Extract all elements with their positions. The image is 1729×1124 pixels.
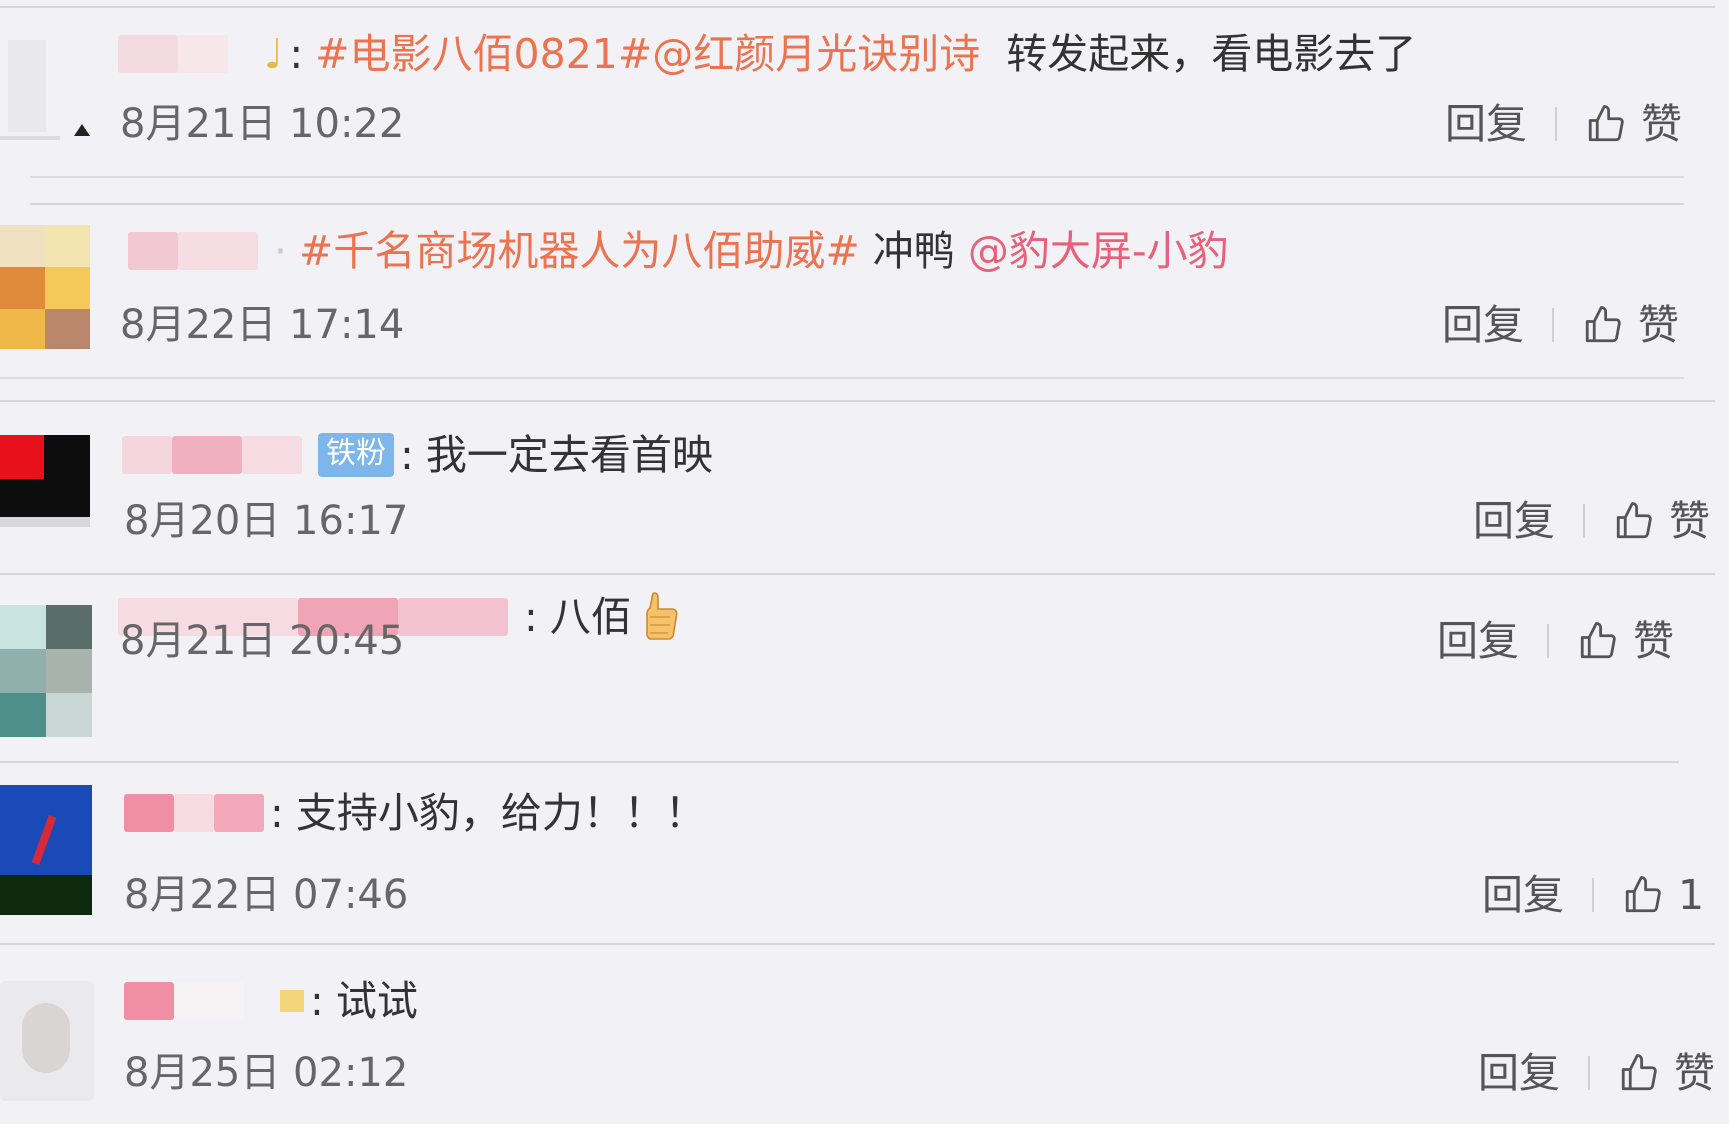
thumbs-up-icon [1580, 622, 1616, 659]
comment-text: · #千名商场机器人为八佰助威# 冲鸭 @豹大屏-小豹 [118, 225, 1229, 277]
like-count: 1 [1678, 871, 1705, 919]
timestamp: 8月22日 07:46 [124, 872, 409, 918]
username-blurred[interactable] [124, 790, 264, 836]
comment-text: : 支持小豹，给力！！！ [124, 787, 706, 839]
comment-actions: 回复 赞 [1442, 301, 1679, 349]
comment-body: 冲鸭 [859, 227, 968, 275]
like-button[interactable]: 赞 [1585, 100, 1682, 148]
thumbs-up-icon [1625, 876, 1661, 913]
colon: : [289, 30, 304, 78]
comment-text: 铁粉 : 我一定去看首映 [122, 429, 713, 481]
comment-item: 铁粉 : 我一定去看首映 8月20日 16:17 回复 赞 [0, 405, 1729, 575]
like-button[interactable]: 赞 [1577, 617, 1674, 665]
colon: : [400, 431, 414, 479]
timestamp: 8月21日 10:22 [120, 101, 405, 147]
divider [1555, 107, 1557, 141]
like-label: 赞 [1641, 100, 1682, 148]
music-note-icon: ♩ [264, 30, 284, 78]
topic-link[interactable]: #千名商场机器人为八佰助威# [299, 225, 860, 277]
reply-button[interactable]: 回复 [1445, 100, 1527, 148]
avatar[interactable] [0, 605, 92, 737]
mention-link[interactable]: @豹大屏-小豹 [968, 225, 1229, 277]
reply-button[interactable]: 回复 [1442, 301, 1524, 349]
thumbs-up-icon [1588, 105, 1624, 142]
like-button[interactable]: 1 [1622, 871, 1704, 919]
like-button[interactable]: 赞 [1613, 497, 1710, 545]
divider [1547, 624, 1549, 658]
comment-list: ♩ : #电影八佰0821#@红颜月光诀别诗 转发起来，看电影去了 8月21日 … [0, 0, 1729, 1124]
comment-actions: 回复 赞 [1437, 617, 1674, 665]
like-button[interactable]: 赞 [1582, 301, 1679, 349]
comment-actions: 回复 1 [1482, 871, 1704, 919]
comment-body: 试试 [335, 977, 418, 1025]
timestamp: 8月20日 16:17 [124, 498, 409, 544]
comment-actions: 回复 赞 [1478, 1049, 1715, 1097]
comment-actions: 回复 赞 [1445, 100, 1682, 148]
avatar[interactable] [0, 785, 92, 915]
like-label: 赞 [1669, 497, 1710, 545]
divider [0, 761, 1679, 763]
comment-item: : 试试 8月25日 02:12 回复 赞 [0, 945, 1729, 1124]
comment-body: 支持小豹，给力！！！ [295, 789, 706, 837]
like-label: 赞 [1638, 301, 1679, 349]
comment-body: 八佰 [549, 593, 632, 641]
folder-icon [280, 990, 304, 1012]
reply-button[interactable]: 回复 [1478, 1049, 1560, 1097]
timestamp: 8月21日 20:45 [120, 618, 405, 664]
comment-text: : 试试 [124, 975, 418, 1027]
avatar[interactable] [0, 40, 92, 140]
divider [0, 377, 1684, 379]
avatar[interactable] [0, 435, 90, 527]
thumbs-up-emoji [646, 592, 678, 640]
colon: · [274, 227, 288, 275]
colon: : [270, 789, 284, 837]
colon: : [310, 977, 324, 1025]
divider [1592, 878, 1594, 912]
topic-link[interactable]: #电影八佰0821#@红颜月光诀别诗 [315, 28, 980, 80]
avatar[interactable] [0, 225, 90, 349]
avatar[interactable] [0, 981, 94, 1101]
reply-button[interactable]: 回复 [1482, 871, 1564, 919]
divider [1588, 1056, 1590, 1090]
fan-badge: 铁粉 [318, 433, 394, 477]
divider [30, 176, 1684, 178]
comment-item: : 支持小豹，给力！！！ 8月22日 07:46 回复 1 [0, 765, 1729, 945]
username-blurred[interactable] [124, 978, 274, 1024]
comment-body: 转发起来，看电影去了 [980, 30, 1417, 78]
comment-text: ♩ : #电影八佰0821#@红颜月光诀别诗 转发起来，看电影去了 [118, 28, 1416, 80]
divider [1583, 504, 1585, 538]
comment-actions: 回复 赞 [1473, 497, 1710, 545]
reply-button[interactable]: 回复 [1437, 617, 1519, 665]
like-label: 赞 [1674, 1049, 1715, 1097]
timestamp: 8月22日 17:14 [120, 302, 405, 348]
like-button[interactable]: 赞 [1618, 1049, 1715, 1097]
comment-item: ♩ : #电影八佰0821#@红颜月光诀别诗 转发起来，看电影去了 8月21日 … [0, 0, 1729, 205]
reply-button[interactable]: 回复 [1473, 497, 1555, 545]
thumbs-up-icon [1621, 1054, 1657, 1091]
divider [1552, 308, 1554, 342]
comment-item: · #千名商场机器人为八佰助威# 冲鸭 @豹大屏-小豹 8月22日 17:14 … [0, 205, 1729, 405]
like-label: 赞 [1633, 617, 1674, 665]
divider [0, 400, 1715, 402]
thumbs-up-icon [1616, 502, 1652, 539]
username-blurred[interactable] [118, 228, 268, 274]
timestamp: 8月25日 02:12 [124, 1050, 409, 1096]
comment-item: : 八佰 8月21日 20:45 回复 赞 [0, 575, 1729, 765]
comment-body: 我一定去看首映 [425, 431, 713, 479]
username-blurred[interactable] [118, 31, 258, 77]
thumbs-up-icon [1585, 306, 1621, 343]
username-blurred[interactable] [122, 432, 312, 478]
colon: : [524, 593, 538, 641]
